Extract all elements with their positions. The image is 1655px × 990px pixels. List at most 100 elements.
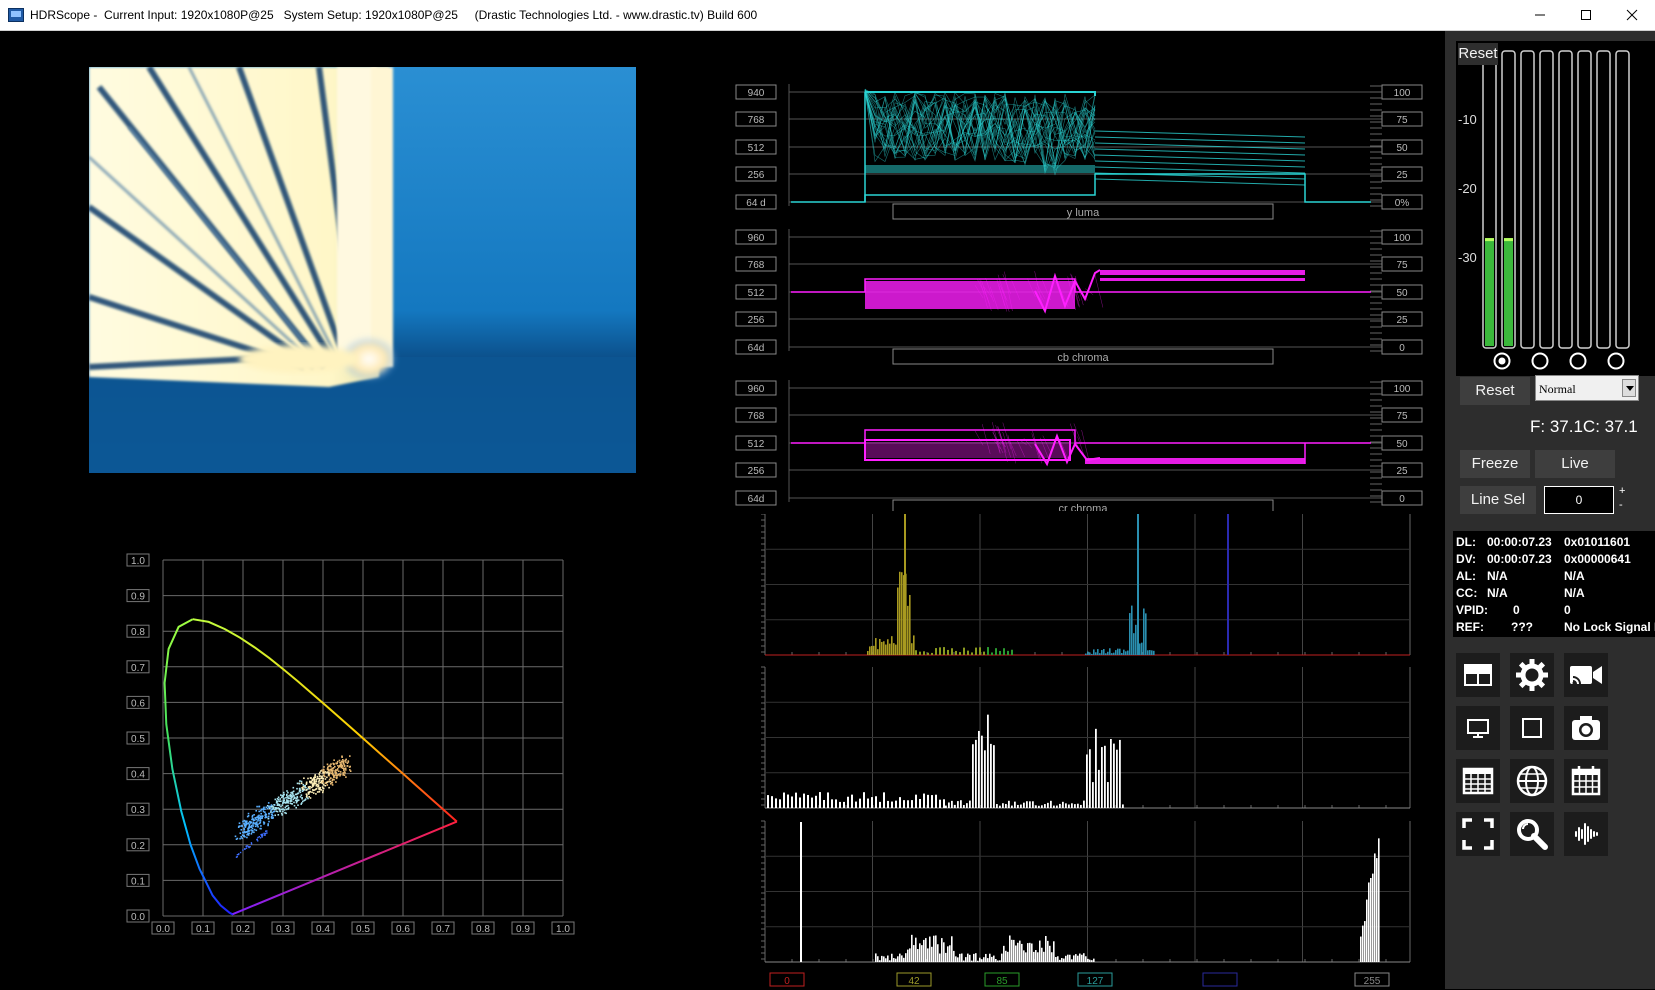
- cie-sample-point: [276, 804, 279, 806]
- audio-meter-channel: [1577, 50, 1592, 349]
- histogram-bar: [966, 803, 968, 808]
- histogram-bar: [915, 650, 917, 655]
- waveform-trace: [791, 429, 1371, 444]
- histogram-bar: [1011, 805, 1013, 808]
- histogram-bar: [943, 799, 945, 808]
- freeze-button[interactable]: Freeze: [1460, 450, 1530, 478]
- cie-sample-point: [285, 812, 287, 815]
- channel-pair-radio-selected[interactable]: [1493, 352, 1511, 370]
- cie-sample-point: [328, 772, 330, 775]
- cie-sample-point: [273, 804, 275, 806]
- histogram-bar: [913, 635, 915, 655]
- histogram-bar: [771, 796, 773, 808]
- histogram-bar: [999, 650, 1001, 655]
- cie-sample-point: [243, 819, 246, 822]
- cie-sample-point: [314, 774, 316, 776]
- mode-select[interactable]: Normal: [1535, 375, 1639, 401]
- channel-pair-radio[interactable]: [1607, 352, 1625, 370]
- histogram-bar: [1153, 650, 1155, 655]
- table-button[interactable]: [1456, 759, 1500, 803]
- histogram-bar: [1378, 838, 1380, 962]
- decrement-button[interactable]: -: [1619, 498, 1625, 512]
- reset-button[interactable]: Reset: [1460, 377, 1530, 405]
- channel-pair-radio[interactable]: [1531, 352, 1549, 370]
- cie-sample-point: [312, 792, 315, 794]
- channel-pair-radio[interactable]: [1569, 352, 1587, 370]
- cie-sample-point: [331, 784, 334, 786]
- layout-button[interactable]: [1456, 653, 1500, 697]
- square-button[interactable]: [1510, 706, 1554, 750]
- histogram-bar: [923, 939, 925, 962]
- globe-button[interactable]: [1510, 759, 1554, 803]
- histogram-bar: [997, 960, 999, 962]
- cie-sample-point: [319, 781, 322, 784]
- histogram-bar: [961, 953, 963, 962]
- histogram-bar: [1086, 754, 1088, 808]
- cie-sample-point: [331, 779, 334, 782]
- cie-sample-point: [280, 812, 283, 815]
- histogram-bar: [1089, 652, 1091, 655]
- histogram-bar: [969, 954, 971, 962]
- cie-sample-point: [323, 774, 325, 776]
- cie-sample-point: [268, 813, 270, 815]
- histogram-bar: [1125, 651, 1127, 655]
- calendar-button[interactable]: [1564, 759, 1608, 803]
- histogram-bar: [881, 641, 883, 655]
- histogram-bar: [951, 936, 953, 962]
- cie-sample-point: [268, 805, 271, 808]
- control-panel: -10 -20 -30 Reset Reset Normal F: 37.1C: 3…: [1445, 31, 1655, 989]
- histogram-bar: [1141, 642, 1143, 655]
- cie-sample-point: [256, 824, 259, 827]
- live-button[interactable]: Live: [1535, 450, 1615, 478]
- settings-gear-button[interactable]: [1510, 653, 1554, 697]
- cie-xtick-label: 0.3: [276, 924, 290, 935]
- cie-sample-point: [299, 787, 301, 790]
- histogram-bar: [871, 645, 873, 655]
- cie-sample-point: [286, 793, 288, 796]
- waveform-trace: [865, 91, 1096, 96]
- radio-ring: [1531, 352, 1549, 370]
- histogram-bar: [835, 799, 837, 808]
- cie-sample-point: [333, 776, 335, 778]
- chevron-down-icon: [1622, 379, 1636, 397]
- histogram-bar: [893, 643, 895, 655]
- cie-sample-point: [251, 829, 254, 832]
- timecode-v2: 0: [1564, 603, 1571, 617]
- histogram-bar: [1029, 942, 1031, 962]
- close-button[interactable]: [1609, 0, 1655, 30]
- histogram-bar: [1085, 653, 1087, 655]
- histogram-bar: [989, 953, 991, 962]
- cie-sample-point: [279, 798, 281, 800]
- camera-button[interactable]: [1564, 706, 1608, 750]
- cast-camera-button[interactable]: [1564, 653, 1608, 697]
- maximize-button[interactable]: [1563, 0, 1609, 30]
- cie-sample-point: [336, 760, 339, 763]
- line-sel-button[interactable]: Line Sel: [1460, 486, 1536, 514]
- cie-xtick-label: 0.7: [436, 924, 450, 935]
- monitor-button[interactable]: [1456, 706, 1500, 750]
- cie-sample-point: [244, 823, 246, 826]
- line-stepper[interactable]: + -: [1619, 484, 1625, 512]
- histogram-bar: [909, 594, 911, 655]
- cie-sample-point: [286, 790, 288, 792]
- search-button[interactable]: [1510, 812, 1554, 856]
- histogram-bar: [925, 938, 927, 962]
- increment-button[interactable]: +: [1619, 484, 1625, 498]
- cie-sample-point: [335, 772, 337, 775]
- histogram-bar: [963, 960, 965, 962]
- histogram-bar: [883, 792, 885, 808]
- histogram-bar: [977, 960, 979, 962]
- histogram-bar: [1057, 956, 1059, 962]
- minimize-icon: [1535, 14, 1545, 16]
- waveform-right-tick: 25: [1396, 315, 1408, 326]
- histogram-bar: [927, 794, 929, 808]
- audio-waveform-button[interactable]: [1564, 812, 1608, 856]
- minimize-button[interactable]: [1517, 0, 1563, 30]
- histogram-bar: [885, 644, 887, 655]
- audio-reset-button[interactable]: Reset: [1458, 43, 1498, 65]
- fullscreen-button[interactable]: [1456, 812, 1500, 856]
- histogram-bar: [945, 805, 947, 808]
- line-number-input[interactable]: 0: [1544, 486, 1614, 514]
- histogram-bar: [1122, 804, 1124, 808]
- cie-sample-point: [239, 837, 241, 840]
